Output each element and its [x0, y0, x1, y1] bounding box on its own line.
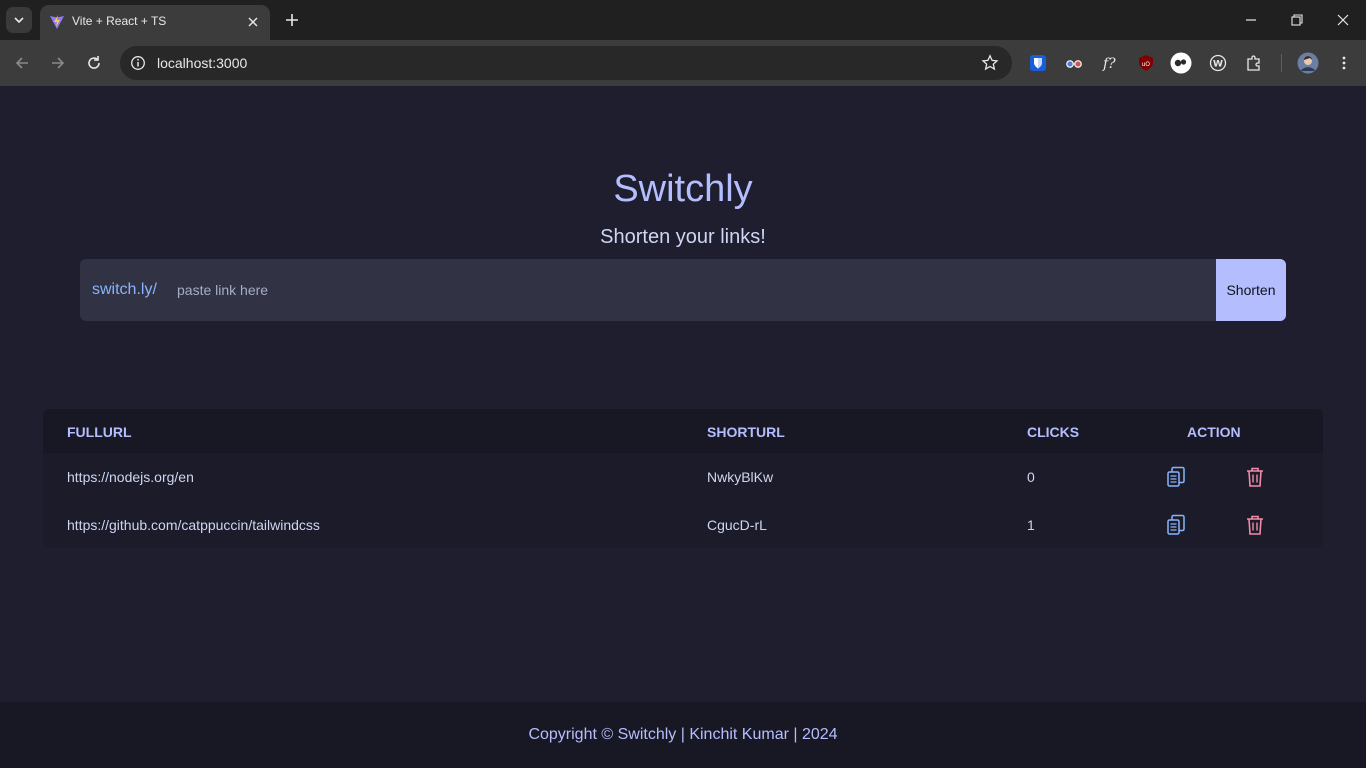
chevron-down-icon	[14, 17, 24, 24]
puzzle-icon	[1247, 55, 1260, 71]
address-url: localhost:3000	[157, 55, 248, 71]
glasses-extension[interactable]	[1063, 52, 1085, 74]
url-prefix: switch.ly/	[92, 281, 157, 298]
arrow-left-icon	[15, 57, 28, 69]
kebab-menu-icon	[1342, 56, 1346, 70]
shorten-button[interactable]: Shorten	[1216, 259, 1286, 321]
restore-button[interactable]	[1285, 8, 1309, 32]
reload-button[interactable]	[81, 50, 107, 76]
back-button[interactable]	[9, 50, 35, 76]
column-header-action: ACTION	[1187, 424, 1241, 440]
ghost-icon	[1170, 52, 1192, 74]
copy-icon	[1167, 466, 1185, 487]
close-icon	[248, 17, 258, 27]
bitwarden-extension[interactable]	[1027, 52, 1049, 74]
tab-title: Vite + React + TS	[72, 14, 167, 28]
table-row: https://nodejs.org/en NwkyBlKw 0	[43, 453, 1323, 501]
full-url-cell: https://github.com/catppuccin/tailwindcs…	[67, 517, 320, 533]
vite-logo-icon	[50, 15, 64, 29]
delete-button[interactable]	[1243, 465, 1267, 489]
bookmark-button[interactable]	[980, 53, 1000, 73]
trash-icon	[1247, 467, 1263, 487]
font-identifier-icon: f?	[1102, 56, 1116, 72]
address-bar[interactable]: localhost:3000	[120, 46, 1012, 80]
copy-button[interactable]	[1164, 513, 1188, 537]
shorten-form: switch.ly/ Shorten	[80, 259, 1286, 321]
delete-button[interactable]	[1243, 513, 1267, 537]
svg-text:W: W	[1213, 60, 1223, 70]
reload-icon	[88, 56, 100, 69]
close-window-button[interactable]	[1331, 8, 1355, 32]
footer: Copyright © Switchly | Kinchit Kumar | 2…	[0, 702, 1366, 768]
close-window-icon	[1337, 14, 1349, 26]
page-content: Switchly Shorten your links! switch.ly/ …	[0, 86, 1366, 702]
plus-icon	[286, 14, 298, 26]
table-header: FULLURL SHORTURL CLICKS ACTION	[43, 409, 1323, 453]
site-info-button[interactable]	[127, 52, 149, 74]
minimize-icon	[1246, 19, 1256, 21]
column-header-fullurl: FULLURL	[67, 424, 132, 440]
toolbar-divider	[1281, 54, 1282, 72]
column-header-clicks: CLICKS	[1027, 424, 1080, 440]
minimize-button[interactable]	[1239, 8, 1263, 32]
tab-search-button[interactable]	[6, 7, 32, 33]
full-url-cell: https://nodejs.org/en	[67, 469, 194, 485]
avatar-icon	[1297, 52, 1319, 74]
wappalyzer-extension[interactable]: W	[1207, 52, 1229, 74]
short-url-cell[interactable]: NwkyBlKw	[707, 469, 773, 485]
ublock-icon: uO	[1139, 55, 1153, 71]
ghost-extension[interactable]	[1170, 52, 1192, 74]
copy-icon	[1167, 514, 1185, 535]
forward-button[interactable]	[45, 50, 71, 76]
clicks-cell: 0	[1027, 469, 1035, 485]
ublock-extension[interactable]: uO	[1135, 52, 1157, 74]
copy-button[interactable]	[1164, 465, 1188, 489]
trash-icon	[1247, 515, 1263, 535]
font-identifier-extension[interactable]: f?	[1099, 52, 1121, 74]
app-title: Switchly	[613, 168, 753, 210]
svg-text:uO: uO	[1142, 61, 1151, 68]
links-table: FULLURL SHORTURL CLICKS ACTION https://n…	[43, 409, 1323, 548]
browser-tab[interactable]: Vite + React + TS	[40, 5, 270, 40]
browser-toolbar: localhost:3000 f? uO W	[0, 40, 1366, 86]
short-url-cell[interactable]: CgucD-rL	[707, 517, 767, 533]
clicks-cell: 1	[1027, 517, 1035, 533]
bitwarden-icon	[1030, 55, 1046, 71]
svg-text:f?: f?	[1102, 56, 1116, 72]
extensions-button[interactable]	[1243, 52, 1265, 74]
new-tab-button[interactable]	[280, 8, 304, 32]
restore-icon	[1291, 14, 1303, 26]
profile-button[interactable]	[1297, 52, 1319, 74]
link-input[interactable]	[168, 273, 1208, 307]
column-header-shorturl: SHORTURL	[707, 424, 785, 440]
app-subtitle: Shorten your links!	[600, 226, 766, 248]
tab-close-button[interactable]	[244, 13, 262, 31]
star-icon	[981, 54, 999, 71]
copyright-text: Copyright © Switchly | Kinchit Kumar | 2…	[528, 726, 838, 743]
table-row: https://github.com/catppuccin/tailwindcs…	[43, 501, 1323, 548]
info-icon	[131, 56, 145, 70]
glasses-icon	[1066, 60, 1082, 68]
arrow-right-icon	[52, 57, 65, 69]
browser-tab-strip: Vite + React + TS	[0, 0, 1366, 40]
wappalyzer-icon: W	[1209, 54, 1227, 72]
browser-menu-button[interactable]	[1333, 52, 1355, 74]
